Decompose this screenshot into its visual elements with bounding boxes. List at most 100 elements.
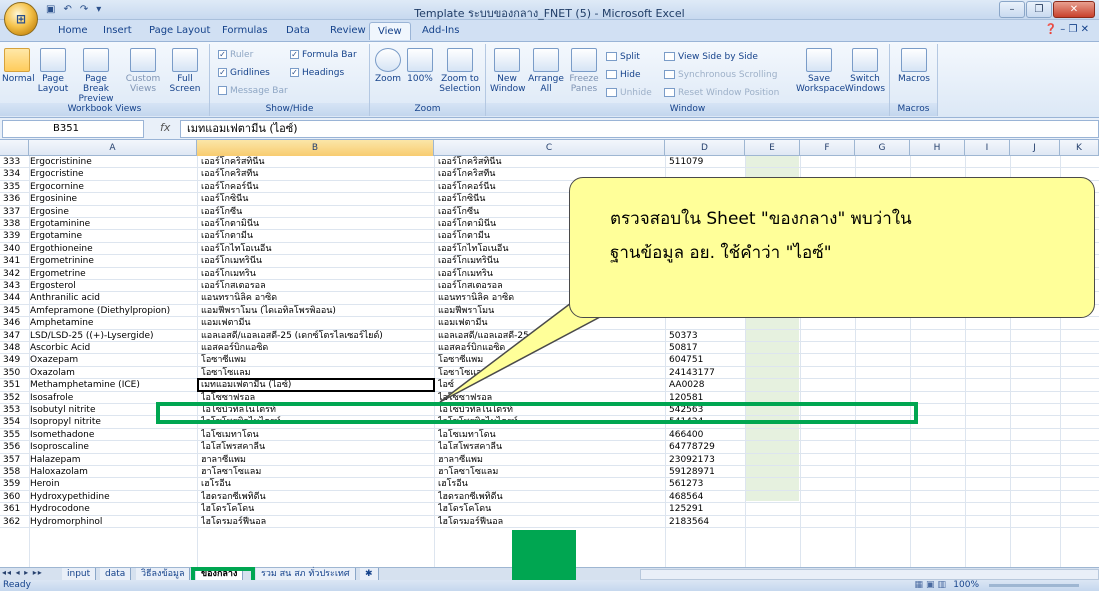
row-number[interactable]: 342	[3, 268, 29, 280]
horizontal-scrollbar[interactable]	[640, 569, 1099, 580]
table-row[interactable]: 360 Hydroxypethidine ไฮดรอกซีเพทิดีน ไฮดรอก…	[0, 491, 1099, 504]
column-header[interactable]: F	[800, 140, 855, 156]
cell-b[interactable]: เออร์โกไทโอเนอีน	[201, 243, 431, 255]
page-break-preview-button[interactable]: Page Break Preview	[72, 48, 120, 104]
cell-b[interactable]: โอซาซีแพม	[201, 354, 431, 366]
column-header[interactable]: G	[855, 140, 910, 156]
cell-a[interactable]: Hydromorphinol	[30, 516, 193, 528]
cell-a[interactable]: Amphetamine	[30, 317, 193, 329]
tab-page-layout[interactable]: Page Layout	[149, 25, 210, 36]
cell-a[interactable]: Halazepam	[30, 454, 193, 466]
cell-b[interactable]: เออร์โกตามีน	[201, 230, 431, 242]
table-row[interactable]: 362 Hydromorphinol ไฮโดรมอร์ฟีนอล ไฮโดรมอร์…	[0, 516, 1099, 528]
cell-a[interactable]: Ergocornine	[30, 181, 193, 193]
row-number[interactable]: 336	[3, 193, 29, 205]
tab-insert[interactable]: Insert	[103, 25, 132, 36]
cell-a[interactable]: Ergometrine	[30, 268, 193, 280]
select-all-corner[interactable]	[0, 140, 29, 156]
table-row[interactable]: 358 Haloxazolam ฮาโลซาโซแลม ฮาโลซาโซแลม 5912…	[0, 466, 1099, 479]
row-number[interactable]: 333	[3, 156, 29, 168]
row-number[interactable]: 356	[3, 441, 29, 453]
cell-b[interactable]: โอซาโซแลม	[201, 367, 431, 379]
cell-b[interactable]: ไฮโดรโคโดน	[201, 503, 431, 515]
column-header[interactable]: C	[434, 140, 665, 156]
gridlines-checkbox[interactable]: ✓ Gridlines	[218, 68, 270, 78]
cell-c[interactable]: ไอโสโพรสคาลีน	[438, 441, 664, 453]
row-number[interactable]: 355	[3, 429, 29, 441]
row-number[interactable]: 361	[3, 503, 29, 515]
cell-a[interactable]: Ergocristinine	[30, 156, 193, 168]
message-bar-checkbox[interactable]: Message Bar	[218, 86, 288, 96]
ruler-checkbox[interactable]: ✓ Ruler	[218, 50, 253, 60]
arrange-all-button[interactable]: Arrange All	[528, 48, 564, 94]
cell-b[interactable]: เออร์โกคอร์นีน	[201, 181, 431, 193]
cell-a[interactable]: Ergocristine	[30, 168, 193, 180]
cell-a[interactable]: LSD/LSD-25 ((+)-Lysergide)	[30, 330, 193, 342]
zoom-to-selection-button[interactable]: Zoom to Selection	[438, 48, 482, 94]
cell-b[interactable]: ฮาโลซาโซแลม	[201, 466, 431, 478]
row-number[interactable]: 353	[3, 404, 29, 416]
tab-home[interactable]: Home	[58, 25, 88, 36]
cell-b[interactable]: เออร์โกเมทรินีน	[201, 255, 431, 267]
row-number[interactable]: 346	[3, 317, 29, 329]
fx-icon[interactable]: fx	[160, 121, 170, 134]
cell-b[interactable]: เออร์โกซีน	[201, 206, 431, 218]
custom-views-button[interactable]: Custom Views	[124, 48, 162, 94]
cell-b[interactable]: แอลเอสดี/แอลเอสดี-25 (เดกซ์โตรไลเซอร์ไยด…	[201, 330, 431, 342]
table-row[interactable]: 333 Ergocristinine เออร์โกคริสทินีน เออร์โก…	[0, 156, 1099, 169]
help-icon[interactable]: ❓ – ❐ ✕	[1045, 24, 1089, 35]
row-number[interactable]: 341	[3, 255, 29, 267]
cell-a[interactable]: Anthranilic acid	[30, 292, 193, 304]
row-number[interactable]: 345	[3, 305, 29, 317]
zoom-button[interactable]: Zoom	[374, 48, 402, 84]
normal-view-button[interactable]: Normal	[2, 48, 35, 84]
column-header[interactable]: J	[1010, 140, 1060, 156]
cell-c[interactable]: เฮโรอีน	[438, 478, 664, 490]
view-side-by-side-button[interactable]: View Side by Side	[664, 52, 758, 62]
cell-b[interactable]: แอนทรานิลิค อาซิด	[201, 292, 431, 304]
close-icon[interactable]: ✕	[1053, 1, 1095, 18]
cell-a[interactable]: Ascorbic Acid	[30, 342, 193, 354]
row-number[interactable]: 358	[3, 466, 29, 478]
cell-a[interactable]: Amfepramone (Diethylpropion)	[30, 305, 193, 317]
minimize-icon[interactable]: –	[999, 1, 1025, 18]
cell-a[interactable]: Oxazolam	[30, 367, 193, 379]
cell-c[interactable]: ฮาลาซีแพม	[438, 454, 664, 466]
table-row[interactable]: 355 Isomethadone ไอโซเมทาโดน ไอโซเมทาโดน 466…	[0, 429, 1099, 442]
reset-window-position-button[interactable]: Reset Window Position	[664, 88, 779, 98]
cell-a[interactable]: Ergometrinine	[30, 255, 193, 267]
headings-checkbox[interactable]: ✓ Headings	[290, 68, 344, 78]
freeze-panes-button[interactable]: Freeze Panes	[566, 48, 602, 94]
cell-b[interactable]: ไอโสโพรสคาลีน	[201, 441, 431, 453]
view-buttons-icon[interactable]: ▦▣▥	[914, 580, 949, 591]
row-number[interactable]: 334	[3, 168, 29, 180]
cell-a[interactable]: Methamphetamine (ICE)	[30, 379, 193, 391]
cell-b[interactable]: เออร์โกเมทริน	[201, 268, 431, 280]
zoom-level[interactable]: 100%	[953, 580, 979, 591]
cell-c[interactable]: ไฮโดรโคโดน	[438, 503, 664, 515]
tab-view[interactable]: View	[369, 22, 411, 40]
cell-b[interactable]: ไอโซเมทาโดน	[201, 429, 431, 441]
cell-d[interactable]: 64778729	[669, 441, 744, 453]
row-number[interactable]: 354	[3, 416, 29, 428]
cell-d[interactable]: 561273	[669, 478, 744, 490]
row-number[interactable]: 349	[3, 354, 29, 366]
cell-d[interactable]: 59128971	[669, 466, 744, 478]
cell-c[interactable]: ไฮโดรมอร์ฟีนอล	[438, 516, 664, 528]
row-number[interactable]: 360	[3, 491, 29, 503]
cell-c[interactable]: ไฮดรอกซีเพทิดีน	[438, 491, 664, 503]
row-number[interactable]: 347	[3, 330, 29, 342]
cell-b[interactable]: แอมเฟตามีน	[201, 317, 431, 329]
column-header[interactable]: K	[1060, 140, 1099, 156]
formula-bar-checkbox[interactable]: ✓ Formula Bar	[290, 50, 357, 60]
cell-a[interactable]: Heroin	[30, 478, 193, 490]
table-row[interactable]: 361 Hydrocodone ไฮโดรโคโดน ไฮโดรโคโดน 125291	[0, 503, 1099, 516]
row-number[interactable]: 357	[3, 454, 29, 466]
table-row[interactable]: 357 Halazepam ฮาลาซีแพม ฮาลาซีแพม 23092173	[0, 454, 1099, 466]
tab-review[interactable]: Review	[330, 25, 366, 36]
cell-b[interactable]: เออร์โกคริสทีน	[201, 168, 431, 180]
cell-a[interactable]: Haloxazolam	[30, 466, 193, 478]
cell-d[interactable]: 466400	[669, 429, 744, 441]
row-number[interactable]: 352	[3, 392, 29, 404]
tab-formulas[interactable]: Formulas	[222, 25, 268, 36]
